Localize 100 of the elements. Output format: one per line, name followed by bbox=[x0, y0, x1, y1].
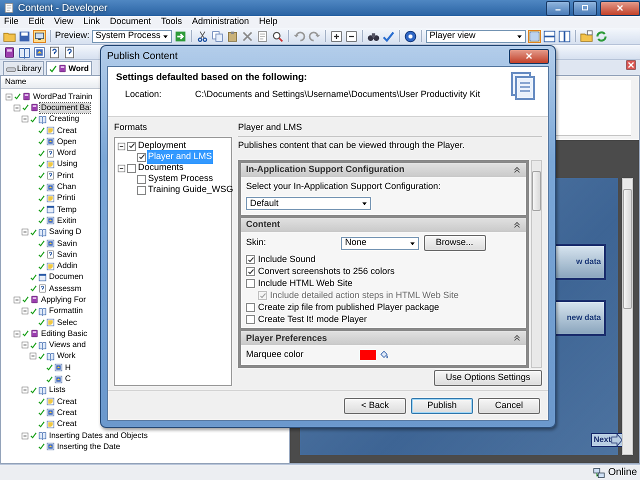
tree-item[interactable]: Training Guide_WSG bbox=[147, 183, 234, 197]
view-dropdown[interactable]: Player view bbox=[426, 30, 526, 42]
cut-icon[interactable] bbox=[196, 30, 209, 42]
scrollbar-thumb[interactable] bbox=[532, 171, 541, 211]
copy-icon[interactable] bbox=[210, 30, 224, 42]
expander-icon[interactable] bbox=[13, 330, 21, 338]
menu-item[interactable]: Help bbox=[258, 15, 278, 29]
checkbox[interactable] bbox=[246, 255, 255, 264]
tree-item[interactable]: Saving D bbox=[48, 227, 82, 238]
browse-button[interactable]: Browse... bbox=[424, 235, 486, 251]
vertical-scrollbar[interactable] bbox=[531, 160, 542, 368]
checkbox[interactable] bbox=[246, 303, 255, 312]
tree-item[interactable]: Editing Basic bbox=[40, 328, 88, 339]
tree-item[interactable]: Formattin bbox=[48, 306, 84, 316]
tree-item[interactable]: Using bbox=[56, 159, 78, 170]
checkbox[interactable] bbox=[246, 279, 255, 288]
refresh-icon[interactable] bbox=[594, 30, 608, 42]
next-button[interactable]: Next bbox=[590, 433, 624, 447]
dialog-button[interactable]: Cancel bbox=[478, 398, 540, 414]
menu-item[interactable]: Tools bbox=[160, 15, 182, 29]
tree-item[interactable]: Views and bbox=[48, 340, 87, 350]
question-icon[interactable] bbox=[48, 46, 61, 58]
tree-item[interactable]: Creat bbox=[56, 408, 78, 418]
expander-icon[interactable] bbox=[21, 307, 29, 316]
expander-icon[interactable] bbox=[117, 142, 126, 150]
tree-item[interactable]: Creat bbox=[56, 126, 78, 136]
checkbox[interactable] bbox=[137, 152, 146, 162]
expander-icon[interactable] bbox=[21, 386, 29, 394]
tree-item[interactable]: Creating bbox=[48, 114, 80, 124]
tree-item[interactable]: Deployment bbox=[137, 139, 188, 153]
tree-item[interactable]: Applying For bbox=[40, 294, 87, 305]
checkbox[interactable] bbox=[137, 174, 146, 184]
tree-item[interactable]: Document Ba bbox=[40, 102, 90, 113]
tree-item[interactable]: Documents bbox=[137, 161, 185, 175]
expander-icon[interactable] bbox=[13, 296, 21, 304]
tree-item[interactable]: H bbox=[64, 362, 72, 373]
vertical-scrollbar[interactable] bbox=[622, 178, 633, 455]
zoom-icon[interactable] bbox=[270, 30, 284, 42]
tree-item[interactable]: Addin bbox=[56, 261, 78, 272]
minimize-button[interactable] bbox=[546, 0, 570, 16]
expander-icon[interactable] bbox=[29, 352, 37, 360]
checkbox-label[interactable]: Convert screenshots to 256 colors bbox=[258, 265, 395, 278]
checkbox-label[interactable]: Create zip file from published Player package bbox=[258, 301, 440, 314]
save-icon[interactable] bbox=[18, 30, 31, 42]
menu-item[interactable]: Link bbox=[83, 15, 100, 29]
scrollbar-thumb[interactable] bbox=[623, 189, 632, 309]
layout-icon[interactable] bbox=[558, 30, 571, 42]
dialog-button[interactable]: < Back bbox=[344, 398, 406, 414]
tree-item[interactable]: Temp bbox=[56, 204, 78, 215]
help-icon[interactable] bbox=[404, 30, 417, 42]
minus-icon[interactable] bbox=[344, 30, 358, 42]
tree-item[interactable]: Selec bbox=[56, 318, 78, 328]
checkbox[interactable] bbox=[127, 164, 136, 172]
tree-item[interactable]: Chan bbox=[56, 182, 78, 192]
spellcheck-icon[interactable] bbox=[382, 30, 395, 42]
tab[interactable]: Library bbox=[3, 61, 44, 75]
tree-item[interactable]: System Process bbox=[147, 172, 214, 186]
tree-item[interactable]: Open bbox=[56, 136, 78, 147]
menu-item[interactable]: View bbox=[54, 15, 74, 29]
folder-icon[interactable] bbox=[580, 30, 593, 42]
expander-icon[interactable] bbox=[21, 432, 29, 440]
go-icon[interactable] bbox=[174, 30, 187, 42]
page-icon[interactable] bbox=[256, 30, 269, 42]
expander-icon[interactable] bbox=[117, 164, 126, 172]
checkbox[interactable] bbox=[246, 267, 255, 276]
redo-icon[interactable] bbox=[308, 30, 321, 42]
tree-item[interactable]: C bbox=[64, 374, 72, 384]
expander-icon[interactable] bbox=[21, 115, 29, 124]
tab[interactable]: Word bbox=[46, 61, 92, 75]
tree-item[interactable]: WordPad Trainin bbox=[32, 92, 94, 102]
book-icon[interactable] bbox=[3, 46, 16, 58]
menu-item[interactable]: Administration bbox=[192, 15, 249, 29]
tree-item[interactable]: Savin bbox=[56, 238, 78, 248]
options-button[interactable]: Use Options Settings bbox=[434, 370, 542, 386]
preview-dropdown[interactable]: System Process bbox=[92, 30, 172, 42]
close-button[interactable] bbox=[509, 48, 549, 64]
question-icon[interactable] bbox=[63, 46, 76, 58]
topic-icon[interactable] bbox=[33, 46, 46, 58]
menu-item[interactable]: Document bbox=[110, 15, 151, 29]
tree-item[interactable]: Printi bbox=[56, 193, 76, 204]
collapse-icon[interactable] bbox=[512, 165, 522, 175]
expander-icon[interactable] bbox=[5, 92, 13, 101]
tree-item[interactable]: Assessm bbox=[48, 284, 82, 294]
close-button[interactable] bbox=[600, 0, 640, 16]
tree-item[interactable]: Creat bbox=[56, 419, 78, 430]
tree-item[interactable]: Creat bbox=[56, 396, 78, 407]
maximize-icon[interactable] bbox=[580, 3, 590, 13]
checkbox[interactable] bbox=[246, 315, 255, 324]
menu-item[interactable]: File bbox=[4, 15, 19, 29]
tree-item[interactable]: Lists bbox=[48, 385, 66, 396]
tree-item[interactable]: Exitin bbox=[56, 216, 78, 226]
skin-dropdown[interactable]: None bbox=[341, 236, 419, 250]
color-swatch[interactable] bbox=[360, 350, 376, 360]
checkbox[interactable] bbox=[137, 186, 146, 194]
dialog-button[interactable]: Publish bbox=[411, 398, 473, 414]
checkbox-label[interactable]: Include HTML Web Site bbox=[258, 277, 353, 290]
tree-item[interactable]: Inserting the Date bbox=[56, 442, 122, 452]
delete-icon[interactable] bbox=[240, 30, 254, 42]
tree-item[interactable]: Savin bbox=[56, 250, 78, 260]
collapse-icon[interactable] bbox=[512, 333, 522, 344]
